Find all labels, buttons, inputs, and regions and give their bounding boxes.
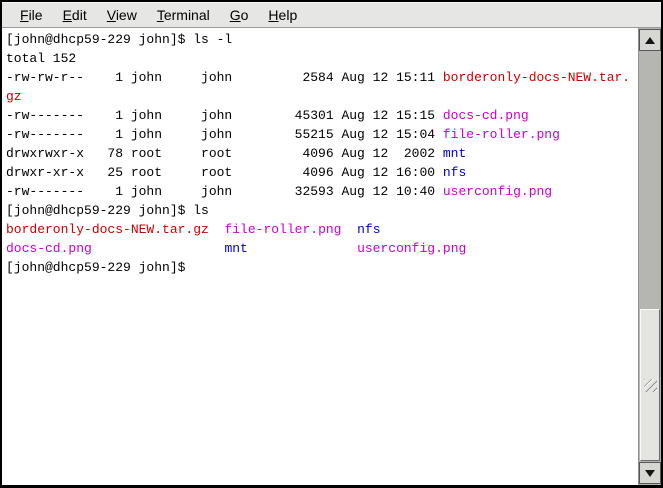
terminal-line: [john@dhcp59-229 john]$ ls	[6, 201, 638, 220]
scroll-down-button[interactable]	[639, 462, 661, 484]
terminal-text-segment: drwxr-xr-x 25 root root 4096 Aug 12 16:0…	[6, 165, 443, 180]
terminal-text-segment: -rw------- 1 john john 32593 Aug 12 10:4…	[6, 184, 443, 199]
terminal-text-segment: [john@dhcp59-229 john]$ ls -l	[6, 32, 232, 47]
menu-accelerator: G	[230, 7, 241, 23]
menu-item-view[interactable]: View	[97, 4, 147, 26]
terminal-screen[interactable]: [john@dhcp59-229 john]$ ls -l total 152 -r…	[2, 28, 638, 485]
terminal-line: drwxrwxr-x 78 root root 4096 Aug 12 2002…	[6, 144, 638, 163]
terminal-text-segment: nfs	[443, 165, 466, 180]
terminal-text-segment: docs-cd.png	[6, 241, 92, 256]
terminal-line: borderonly-docs-NEW.tar.gz file-roller.p…	[6, 220, 638, 239]
terminal-line: gz	[6, 87, 638, 106]
scroll-up-button[interactable]	[639, 29, 661, 51]
terminal-text-segment: docs-cd.png	[443, 108, 529, 123]
terminal-text-segment: file-roller.png	[443, 127, 560, 142]
terminal-line: -rw-rw-r-- 1 john john 2584 Aug 12 15:11…	[6, 68, 638, 87]
menu-accelerator: E	[63, 7, 72, 23]
terminal-text-segment: [john@dhcp59-229 john]$ ls	[6, 203, 209, 218]
terminal-text-segment: borderonly-docs-NEW.tar.gz	[6, 222, 209, 237]
terminal-line: docs-cd.png mnt userconfig.png	[6, 239, 638, 258]
terminal-text-segment: file-roller.png	[224, 222, 341, 237]
terminal-text-segment: borderonly-docs-NEW.tar.	[443, 70, 630, 85]
menu-item-file[interactable]: File	[10, 4, 53, 26]
menu-accelerator: F	[20, 7, 29, 23]
terminal-text-segment	[209, 222, 225, 237]
terminal-line: [john@dhcp59-229 john]$ ls -l	[6, 30, 638, 49]
terminal-text-segment: mnt	[443, 146, 466, 161]
terminal-line: -rw------- 1 john john 55215 Aug 12 15:0…	[6, 125, 638, 144]
terminal-text-segment: nfs	[357, 222, 380, 237]
terminal-text-segment: [john@dhcp59-229 john]$	[6, 260, 193, 275]
menu-accelerator: T	[157, 7, 164, 23]
menu-item-help[interactable]: Help	[258, 4, 307, 26]
window-frame: FileEditViewTerminalGoHelp [john@dhcp59-…	[2, 2, 661, 485]
menu-bar: FileEditViewTerminalGoHelp	[2, 2, 661, 28]
terminal-line: -rw------- 1 john john 32593 Aug 12 10:4…	[6, 182, 638, 201]
terminal-text-segment: mnt	[224, 241, 247, 256]
terminal-text-segment: -rw-rw-r-- 1 john john 2584 Aug 12 15:11	[6, 70, 443, 85]
menu-item-go[interactable]: Go	[220, 4, 259, 26]
terminal-text-segment	[248, 241, 357, 256]
menu-accelerator: H	[268, 7, 278, 23]
scroll-down-arrow-icon	[645, 470, 655, 477]
terminal-text-segment: -rw------- 1 john john 55215 Aug 12 15:0…	[6, 127, 443, 142]
scroll-up-arrow-icon	[645, 37, 655, 44]
terminal-text-segment: total 152	[6, 51, 76, 66]
vertical-scrollbar[interactable]	[638, 28, 661, 485]
scrollbar-thumb[interactable]	[640, 309, 660, 461]
terminal-text-segment: gz	[6, 89, 22, 104]
terminal-text-segment: userconfig.png	[357, 241, 466, 256]
menu-item-terminal[interactable]: Terminal	[147, 4, 220, 26]
terminal-text-segment: userconfig.png	[443, 184, 552, 199]
scrollbar-grip-icon	[644, 379, 657, 392]
terminal-line: drwxr-xr-x 25 root root 4096 Aug 12 16:0…	[6, 163, 638, 182]
menu-accelerator: V	[107, 7, 116, 23]
terminal-line: -rw------- 1 john john 45301 Aug 12 15:1…	[6, 106, 638, 125]
terminal-body: [john@dhcp59-229 john]$ ls -l total 152 -r…	[2, 28, 661, 485]
terminal-window: FileEditViewTerminalGoHelp [john@dhcp59-…	[0, 0, 663, 488]
terminal-line: total 152	[6, 49, 638, 68]
menu-item-edit[interactable]: Edit	[53, 4, 97, 26]
terminal-text-segment: drwxrwxr-x 78 root root 4096 Aug 12 2002	[6, 146, 443, 161]
terminal-text-segment: -rw------- 1 john john 45301 Aug 12 15:1…	[6, 108, 443, 123]
terminal-line: [john@dhcp59-229 john]$	[6, 258, 638, 277]
terminal-text-segment	[92, 241, 225, 256]
terminal-text-segment	[341, 222, 357, 237]
